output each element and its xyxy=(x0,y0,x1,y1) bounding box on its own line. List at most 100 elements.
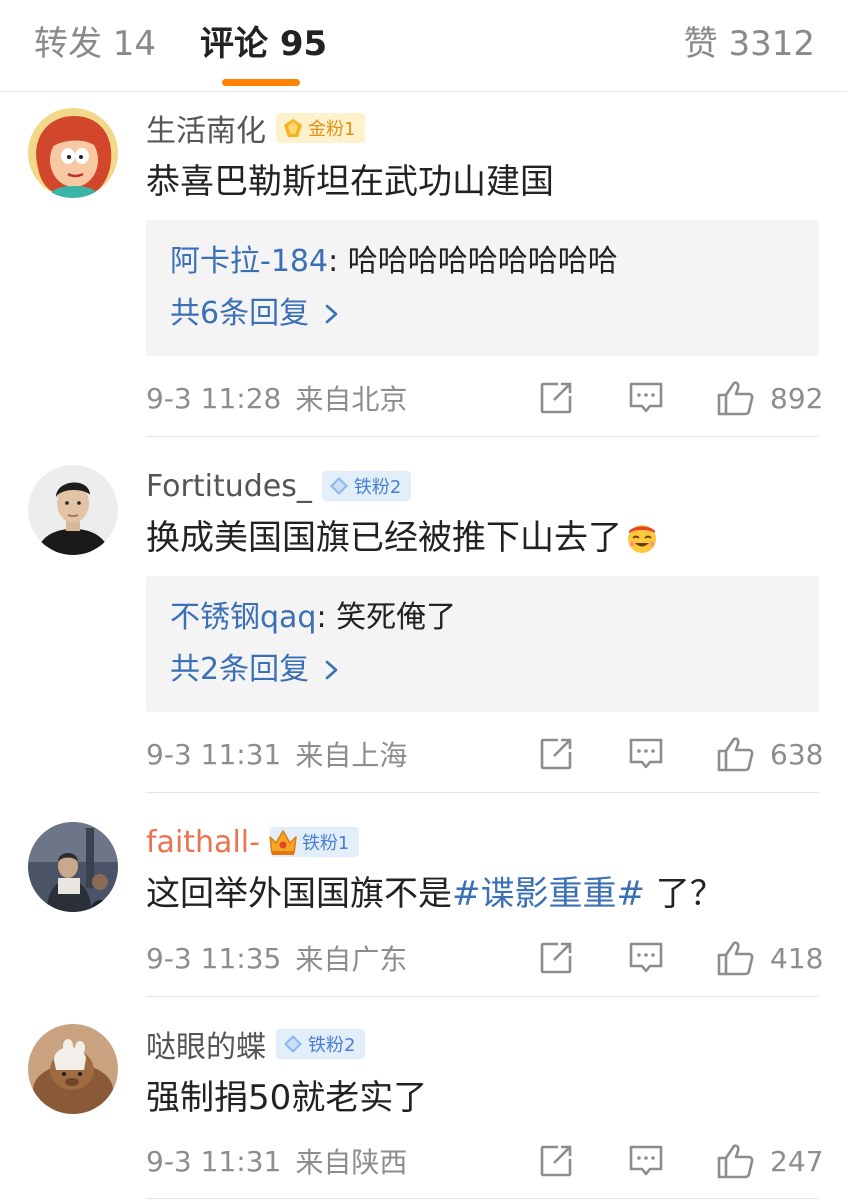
badge-label: 铁粉2 xyxy=(308,1035,356,1056)
comment-meta: 9-3 11:31 来自陕西 xyxy=(146,1141,407,1181)
like-button[interactable]: 638 xyxy=(716,734,823,774)
reply-line: 阿卡拉-184: 哈哈哈哈哈哈哈哈哈 xyxy=(170,242,618,282)
topic-link[interactable]: #谍影重重# xyxy=(452,874,645,914)
reply-content: 笑死俺了 xyxy=(336,600,457,635)
like-count: 892 xyxy=(770,381,824,415)
reply-username[interactable]: 阿卡拉-184 xyxy=(170,244,328,279)
chevron-right-icon xyxy=(323,303,341,325)
repost-button[interactable] xyxy=(538,938,574,978)
badge-label: 金粉1 xyxy=(308,119,356,140)
avatar[interactable] xyxy=(28,822,118,912)
divider xyxy=(146,792,819,793)
location: 来自陕西 xyxy=(295,1146,408,1179)
user-row: Fortitudes_ 铁粉2 xyxy=(146,466,412,506)
comment-text: 强制捐50就老实了 xyxy=(146,1078,428,1118)
like-count: 247 xyxy=(770,1144,824,1178)
comment-text: 这回举外国国旗不是 xyxy=(146,874,452,914)
comment-text-row: 换成美国国旗已经被推下山去了 xyxy=(146,516,660,560)
username[interactable]: 生活南化 xyxy=(146,106,266,150)
tab-like[interactable]: 赞 3312 xyxy=(684,22,815,66)
avatar[interactable] xyxy=(28,465,118,555)
like-button[interactable]: 418 xyxy=(716,938,823,978)
badge-label: 铁粉1 xyxy=(301,833,350,854)
location: 来自北京 xyxy=(295,383,408,416)
fan-badge[interactable]: 铁粉1 xyxy=(269,827,360,857)
reply-preview[interactable]: 阿卡拉-184: 哈哈哈哈哈哈哈哈哈 共6条回复 xyxy=(146,220,819,356)
avatar[interactable] xyxy=(28,1024,118,1114)
like-count: 638 xyxy=(770,737,824,771)
timestamp: 9-3 11:31 xyxy=(146,1144,282,1178)
reply-button[interactable] xyxy=(628,734,664,774)
reply-content: 哈哈哈哈哈哈哈哈哈 xyxy=(347,244,618,279)
chevron-right-icon xyxy=(323,659,341,681)
comment-text: 恭喜巴勒斯坦在武功山建国 xyxy=(146,162,554,202)
repost-button[interactable] xyxy=(538,1141,574,1181)
gold-gem-icon xyxy=(282,117,304,139)
repost-button[interactable] xyxy=(538,378,574,418)
man-portrait-avatar xyxy=(28,465,118,555)
comment-icon xyxy=(628,380,664,416)
user-row: 生活南化 金粉1 xyxy=(146,106,366,150)
timestamp: 9-3 11:31 xyxy=(146,737,282,771)
divider xyxy=(146,1198,819,1199)
movie-scene-avatar xyxy=(28,822,118,912)
reply-preview[interactable]: 不锈钢qaq: 笑死俺了 共2条回复 xyxy=(146,576,819,712)
reply-line: 不锈钢qaq: 笑死俺了 xyxy=(170,598,456,638)
fan-badge[interactable]: 金粉1 xyxy=(276,113,366,143)
share-icon xyxy=(538,1143,574,1179)
username[interactable]: Fortitudes_ xyxy=(146,469,312,504)
more-replies-label: 共6条回复 xyxy=(170,296,310,331)
more-replies-link[interactable]: 共2条回复 xyxy=(170,650,341,690)
tab-comment[interactable]: 评论 95 xyxy=(200,22,327,66)
reply-colon: : xyxy=(316,600,337,635)
tab-repost[interactable]: 转发 14 xyxy=(34,22,156,66)
like-count: 418 xyxy=(770,941,824,975)
diamond-icon xyxy=(328,475,350,497)
comment-meta: 9-3 11:31 来自上海 xyxy=(146,734,407,774)
user-row: faithall- 铁粉1 xyxy=(146,822,360,862)
timestamp: 9-3 11:28 xyxy=(146,381,282,415)
comment-text: 换成美国国旗已经被推下山去了 xyxy=(146,518,622,558)
badge-label: 铁粉2 xyxy=(353,477,402,498)
avatar[interactable] xyxy=(28,108,118,198)
thumbs-up-icon xyxy=(716,1143,754,1179)
more-replies-label: 共2条回复 xyxy=(170,652,310,687)
repost-button[interactable] xyxy=(538,734,574,774)
comment-tabs: 转发 14 评论 95 赞 3312 xyxy=(0,0,847,92)
reply-colon: : xyxy=(328,244,348,279)
reply-button[interactable] xyxy=(628,1141,664,1181)
share-icon xyxy=(538,940,574,976)
location: 来自广东 xyxy=(295,943,408,976)
divider xyxy=(146,436,819,437)
thumbs-up-icon xyxy=(716,736,754,772)
timestamp: 9-3 11:35 xyxy=(146,941,282,975)
laughing-emoji-icon xyxy=(628,525,656,553)
reply-username[interactable]: 不锈钢qaq xyxy=(170,600,316,635)
crown-icon xyxy=(269,830,297,855)
thumbs-up-icon xyxy=(716,380,754,416)
like-button[interactable]: 892 xyxy=(716,378,823,418)
comment-icon xyxy=(628,736,664,772)
comment-meta: 9-3 11:35 来自广东 xyxy=(146,938,407,978)
username[interactable]: 哒眼的蝶 xyxy=(146,1022,266,1066)
comment-meta: 9-3 11:28 来自北京 xyxy=(146,378,407,418)
like-button[interactable]: 247 xyxy=(716,1141,823,1181)
diamond-icon xyxy=(282,1033,304,1055)
reply-button[interactable] xyxy=(628,378,664,418)
reply-button[interactable] xyxy=(628,938,664,978)
capybara-avatar xyxy=(28,1024,118,1114)
share-icon xyxy=(538,380,574,416)
comment-icon xyxy=(628,1143,664,1179)
comment-icon xyxy=(628,940,664,976)
comment-text-row: 这回举外国国旗不是#谍影重重# 了？ xyxy=(146,872,724,916)
divider xyxy=(146,996,819,997)
fan-badge[interactable]: 铁粉2 xyxy=(321,471,412,501)
active-tab-indicator xyxy=(222,79,300,86)
user-row: 哒眼的蝶 铁粉2 xyxy=(146,1022,366,1066)
more-replies-link[interactable]: 共6条回复 xyxy=(170,294,341,334)
location: 来自上海 xyxy=(295,739,408,772)
cartoon-woman-avatar xyxy=(28,108,118,198)
fan-badge[interactable]: 铁粉2 xyxy=(276,1029,366,1059)
username[interactable]: faithall- xyxy=(146,825,260,860)
thumbs-up-icon xyxy=(716,940,754,976)
